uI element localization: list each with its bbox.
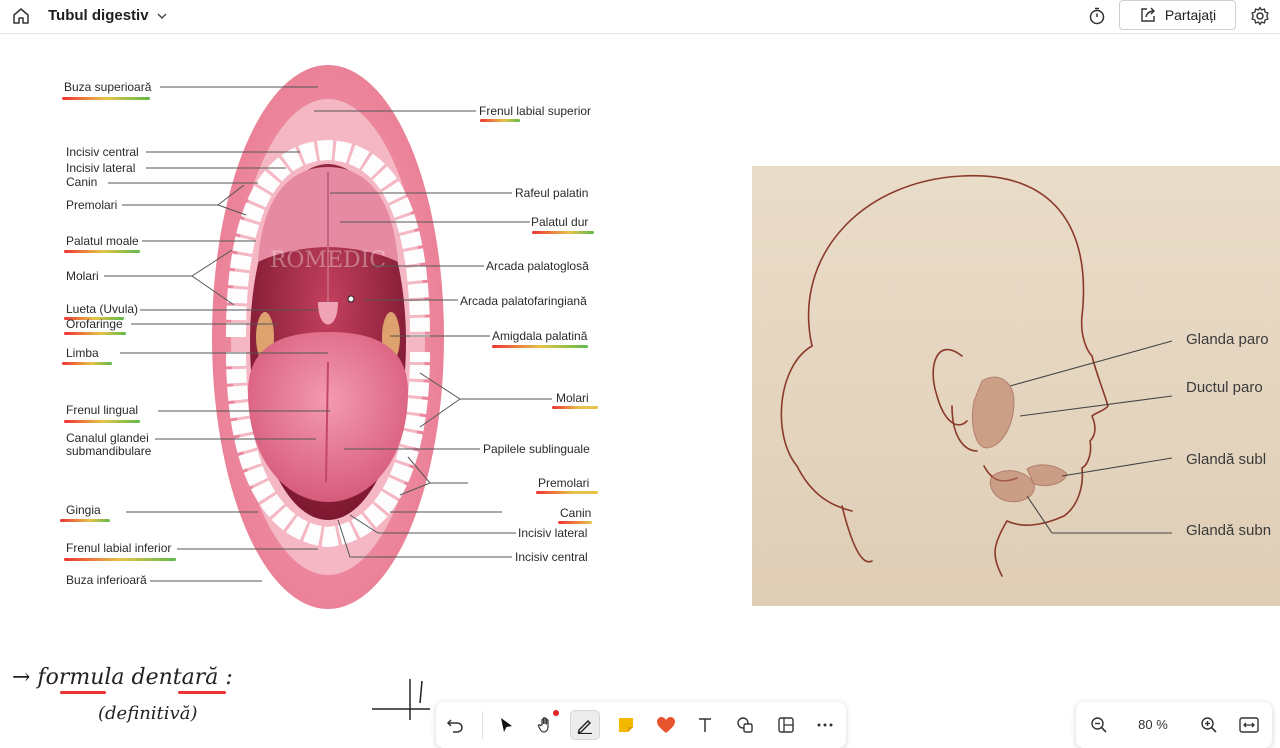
label-lueta: Lueta (Uvula) — [66, 302, 139, 316]
label-papilele-sublinguale: Papilele sublinguale — [483, 442, 590, 456]
heart-icon — [657, 717, 675, 733]
label-incisiv-lateral-right: Incisiv lateral — [518, 526, 588, 540]
label-glanda-parotida: Glanda paro — [1186, 331, 1269, 348]
highlight-underline — [536, 491, 598, 494]
undo-button[interactable] — [440, 710, 470, 740]
pan-tool-button[interactable] — [531, 710, 561, 740]
label-arcada-palatofaringiana: Arcada palatofaringiană — [460, 294, 587, 308]
label-palatul-moale: Palatul moale — [66, 234, 139, 248]
label-arcada-palatoglosa: Arcada palatoglosă — [486, 259, 589, 273]
home-button[interactable] — [8, 3, 34, 29]
highlight-underline — [62, 362, 112, 365]
sticky-note-icon — [619, 718, 633, 732]
highlight-underline — [60, 519, 110, 522]
label-canin-right: Canin — [560, 506, 592, 520]
label-molari-left: Molari — [66, 269, 99, 283]
undo-icon — [446, 719, 463, 733]
highlight-underline — [552, 406, 598, 409]
shapes-icon — [737, 717, 753, 733]
salivary-glands-image[interactable]: Glanda paro Ductul paro Glandă subl Glan… — [752, 166, 1280, 606]
share-label: Partajați — [1164, 7, 1217, 23]
zoom-out-icon — [1091, 717, 1107, 733]
templates-icon — [778, 717, 794, 733]
zoom-in-button[interactable] — [1194, 710, 1224, 740]
fit-width-icon — [1239, 717, 1259, 733]
text-tool-button[interactable] — [690, 710, 720, 740]
share-icon — [1141, 7, 1155, 22]
label-amigdala-palatina: Amigdala palatină — [492, 329, 588, 343]
label-submandibulare: submandibulare — [66, 444, 152, 458]
label-glanda-submandibulara: Glandă subn — [1186, 522, 1272, 539]
timer-icon — [1089, 7, 1105, 25]
highlight-underline — [64, 558, 176, 561]
label-frenul-labial-superior: Frenul labial superior — [479, 104, 592, 118]
label-premolari: Premolari — [66, 198, 118, 212]
label-ductul-parotidian: Ductul paro — [1186, 379, 1263, 396]
zoom-in-icon — [1201, 717, 1217, 733]
label-gingia: Gingia — [66, 503, 101, 517]
highlight-underline — [480, 119, 520, 122]
handwriting-formula-dentara: → formula dentară : — [12, 665, 233, 690]
more-icon — [817, 723, 833, 727]
label-glanda-sublinguala: Glandă subl — [1186, 451, 1267, 468]
label-premolari-right: Premolari — [538, 476, 590, 490]
label-molari-right: Molari — [556, 391, 589, 405]
highlight-underline — [64, 250, 140, 253]
select-icon — [501, 718, 512, 732]
pan-indicator-dot — [553, 710, 559, 716]
settings-button[interactable] — [1248, 3, 1272, 29]
highlight-underline — [178, 691, 226, 694]
highlight-underline — [62, 97, 150, 100]
sticky-note-button[interactable] — [611, 710, 641, 740]
zoom-level: 80 % — [1138, 717, 1168, 732]
highlight-underline — [558, 521, 592, 524]
highlight-underline — [60, 691, 106, 694]
label-buza-superioara: Buza superioară — [64, 80, 152, 94]
label-frenul-lingual: Frenul lingual — [66, 403, 139, 417]
highlight-underline — [64, 420, 140, 423]
fit-to-screen-button[interactable] — [1234, 710, 1264, 740]
label-rafeul-palatin: Rafeul palatin — [515, 186, 589, 200]
zoom-out-button[interactable] — [1084, 710, 1114, 740]
gear-icon — [1251, 6, 1269, 26]
board-title-dropdown[interactable]: Tubul digestiv — [48, 7, 169, 24]
label-incisiv-lateral: Incisiv lateral — [66, 161, 136, 175]
top-bar: Tubul digestiv Partajați — [0, 0, 1280, 34]
handwriting-definitiva: (definitivă) — [98, 703, 198, 724]
label-limba: Limba — [66, 346, 99, 360]
pen-tool-button[interactable] — [570, 710, 600, 740]
label-incisiv-central: Incisiv central — [66, 145, 139, 159]
toolbar-divider — [482, 711, 483, 739]
text-icon — [699, 718, 711, 732]
pen-icon — [577, 720, 592, 734]
zoom-control: 80 % — [1076, 702, 1272, 748]
label-canin: Canin — [66, 175, 98, 189]
highlight-underline — [492, 345, 588, 348]
whiteboard-canvas[interactable]: ROMEDIC Buza superioară Incisiv central … — [0, 35, 1280, 748]
more-tools-button[interactable] — [810, 710, 840, 740]
label-palatul-dur: Palatul dur — [531, 215, 589, 229]
timer-button[interactable] — [1085, 3, 1109, 29]
board-title: Tubul digestiv — [48, 7, 149, 24]
label-frenul-labial-inferior: Frenul labial inferior — [66, 541, 172, 555]
templates-button[interactable] — [771, 710, 801, 740]
label-incisiv-central-right: Incisiv central — [515, 550, 588, 564]
home-icon — [13, 8, 29, 24]
reaction-button[interactable] — [651, 710, 681, 740]
shapes-tool-button[interactable] — [730, 710, 760, 740]
label-orofaringe: Orofaringe — [66, 317, 123, 331]
pan-icon — [537, 717, 549, 733]
select-tool-button[interactable] — [491, 710, 521, 740]
drawing-toolbar — [436, 702, 846, 748]
highlight-underline — [532, 231, 594, 234]
highlight-underline — [64, 332, 126, 335]
chevron-down-icon — [157, 13, 167, 19]
label-buza-inferioara: Buza inferioară — [66, 573, 147, 587]
share-button[interactable]: Partajați — [1119, 0, 1236, 30]
